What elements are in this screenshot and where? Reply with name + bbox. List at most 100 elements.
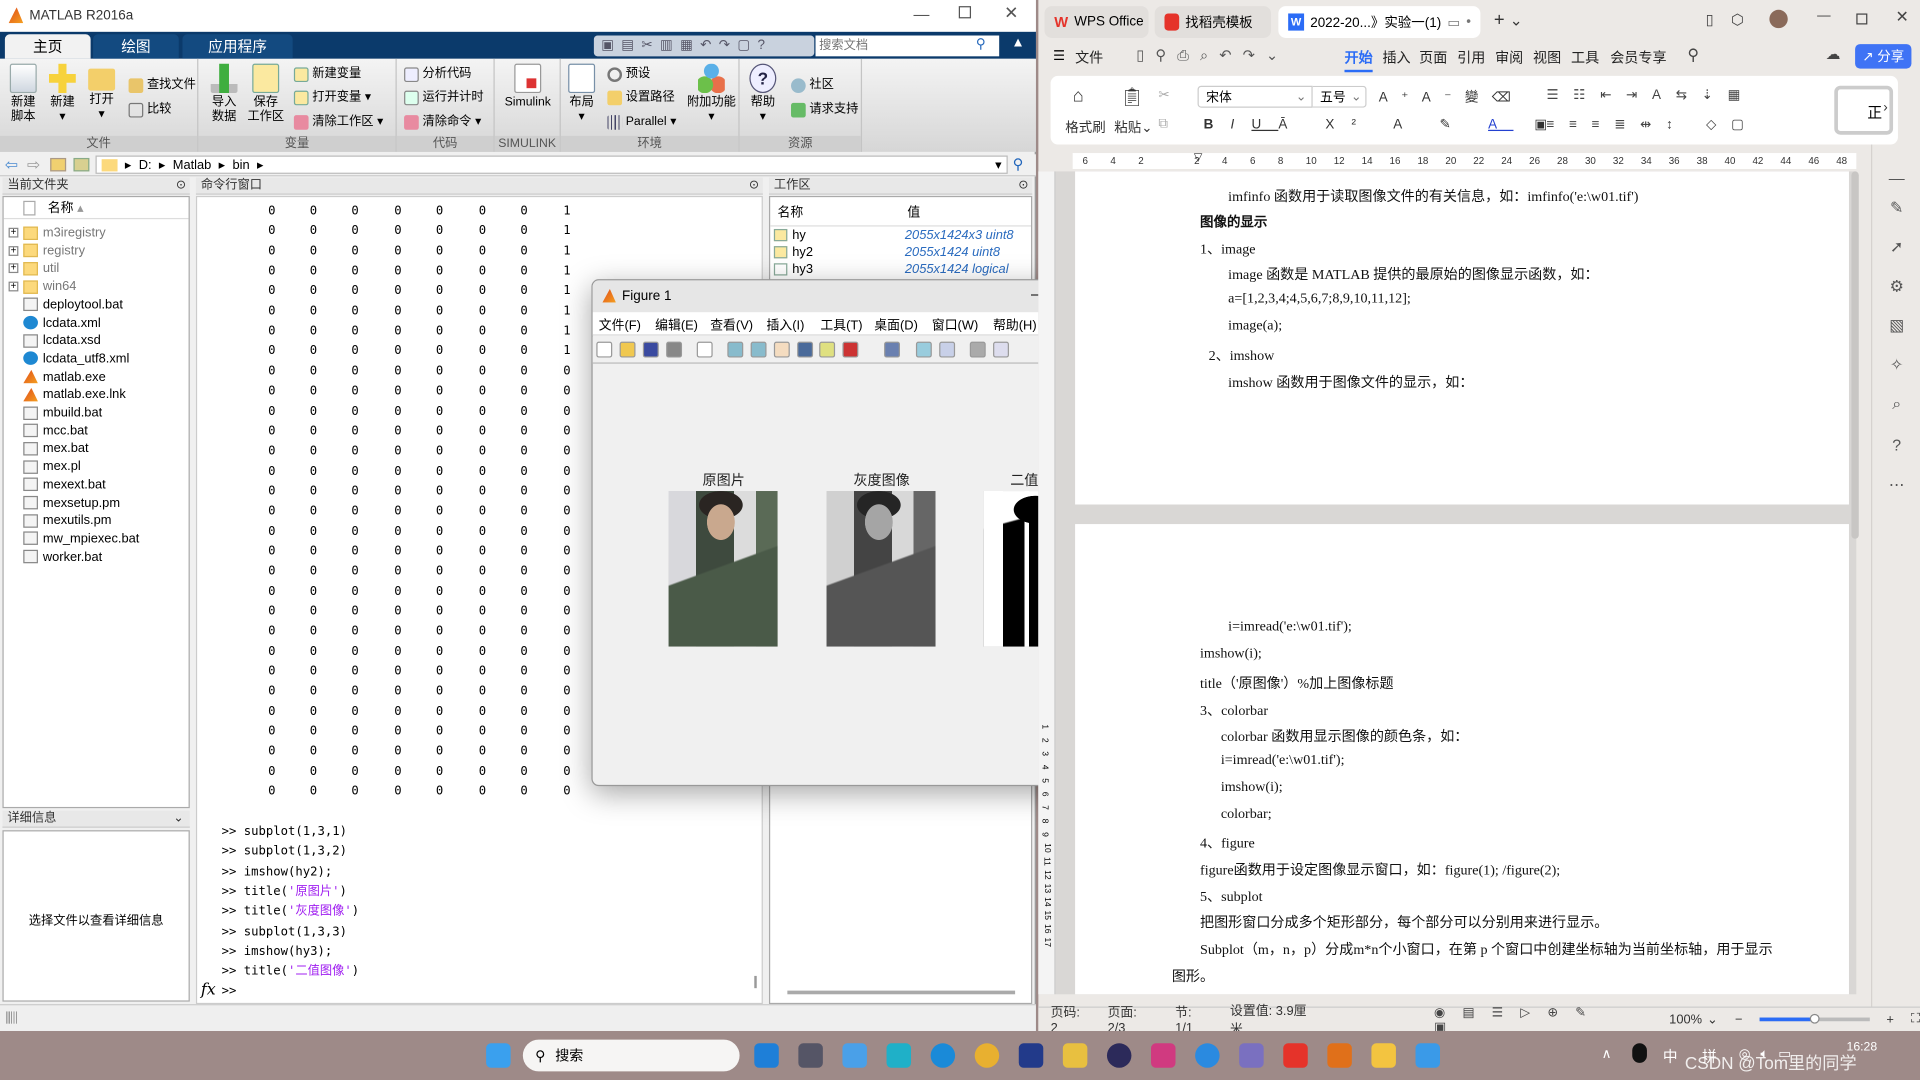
taskbar-file-manager-icon[interactable] — [842, 1043, 867, 1068]
doc-paragraph[interactable]: a=[1,2,3,4;4,5,6,7;8,9,10,11,12]; — [1228, 291, 1411, 306]
brush-icon[interactable] — [842, 341, 859, 358]
clear-commands-button[interactable]: 清除命令 ▾ — [404, 113, 481, 133]
magic-wand-icon[interactable]: ✧ — [1887, 355, 1907, 375]
details-header[interactable]: 详细信息 ⌄ — [2, 810, 190, 828]
doc-paragraph[interactable]: imshow(i); — [1221, 780, 1283, 795]
print-icon[interactable] — [666, 341, 683, 358]
indent-marker-icon[interactable]: ▽ — [1194, 151, 1202, 164]
open-file-icon[interactable] — [619, 341, 636, 358]
format-painter-icon[interactable]: ⌂ — [1073, 86, 1084, 107]
taskbar-calculator-icon[interactable] — [798, 1043, 823, 1068]
addons-button[interactable]: 附加功能 ▾ — [686, 63, 737, 125]
taskbar-dolphin-icon[interactable] — [1239, 1043, 1264, 1068]
workspace-variable-row[interactable]: hy2 2055x1424 uint8 — [770, 244, 1031, 261]
hide-plot-tools-icon[interactable] — [969, 341, 986, 358]
view-mode-icons[interactable]: ◉▤☰▷⊕✎ ▣ — [1434, 1005, 1652, 1034]
horizontal-scrollbar[interactable] — [787, 990, 1016, 995]
taskbar-desktop-icon[interactable] — [886, 1043, 912, 1068]
doc-paragraph[interactable]: 2、imshow — [1209, 345, 1275, 365]
new-tab-button[interactable]: + ⌄ — [1494, 10, 1523, 31]
taskbar-chrome-icon[interactable] — [974, 1043, 1000, 1068]
panel-menu-icon[interactable]: ⊙ — [176, 178, 186, 195]
collapse-ribbon-button[interactable]: ▲ — [1011, 36, 1024, 51]
expand-icon[interactable]: + — [8, 245, 19, 256]
panel-menu-icon[interactable]: ⊙ — [749, 178, 759, 195]
zoom-in-button[interactable]: + — [1886, 1012, 1894, 1027]
taskbar-start-icon[interactable] — [486, 1043, 511, 1068]
alignment-tools[interactable]: ≡≡≡≣⇹↕ ◇▢ — [1547, 116, 1759, 133]
help-icon[interactable]: ? — [1887, 436, 1907, 456]
maximize-button[interactable] — [1856, 13, 1868, 25]
taskbar-file-explorer-icon[interactable] — [1371, 1043, 1396, 1068]
browse-folder-icon[interactable] — [73, 157, 90, 172]
zoom-level[interactable]: 100% — [1669, 1012, 1702, 1027]
menu-tab[interactable]: 会员专享 — [1610, 48, 1666, 68]
search-docs-input[interactable] — [815, 35, 1000, 57]
tab-docer-templates[interactable]: 找稻壳模板 — [1154, 6, 1272, 38]
legend-icon[interactable] — [939, 341, 956, 358]
close-button[interactable]: ✕ — [1004, 2, 1018, 23]
collapse-icon[interactable]: — — [1887, 169, 1907, 189]
doc-paragraph[interactable]: figure函数用于设定图像显示窗口，如：figure(1); /figure(… — [1200, 860, 1560, 880]
file-list-item[interactable]: mex.bat — [9, 440, 89, 457]
figure-menu-item[interactable]: 帮助(H) — [993, 316, 1037, 334]
more-icon[interactable]: ⋯ — [1887, 475, 1907, 495]
doc-paragraph[interactable]: colorbar; — [1221, 807, 1272, 822]
menu-tab[interactable]: 审阅 — [1495, 48, 1523, 68]
minimize-button[interactable]: — — [913, 5, 929, 23]
layout-button[interactable]: 布局 ▾ — [566, 63, 598, 125]
save-workspace-button[interactable]: 保存 工作区 — [247, 63, 284, 125]
maximize-button[interactable] — [958, 6, 972, 19]
new-variable-button[interactable]: 新建变量 — [293, 65, 361, 85]
search-icon[interactable]: ⚲ — [1687, 45, 1699, 65]
vertical-scrollbar[interactable] — [1851, 171, 1859, 539]
doc-heading[interactable]: 图像的显示 — [1200, 212, 1267, 232]
rotate-3d-icon[interactable] — [797, 341, 814, 358]
expand-icon[interactable]: + — [8, 281, 19, 292]
cloud-icon[interactable]: ☁ — [1826, 45, 1841, 62]
file-list-item[interactable]: lcdata.xsd — [9, 332, 101, 349]
avatar[interactable] — [1769, 9, 1788, 29]
parallel-button[interactable]: Parallel ▾ — [607, 113, 676, 133]
sliders-icon[interactable]: ⚙ — [1887, 277, 1907, 297]
tab-document[interactable]: W 2022-20...》实验一(1) ▭ • — [1278, 6, 1481, 38]
menu-tab[interactable]: 引用 — [1457, 48, 1485, 68]
image-tool-icon[interactable]: ▧ — [1887, 316, 1907, 336]
taskbar-eclipse-icon[interactable] — [1106, 1043, 1132, 1068]
compare-button[interactable]: 比较 — [128, 100, 171, 120]
taskbar-dev-cpp-icon[interactable] — [1018, 1043, 1044, 1068]
file-list-item[interactable]: lcdata_utf8.xml — [9, 350, 129, 367]
paste-button[interactable]: 粘贴⌄ — [1114, 118, 1152, 138]
font-name-select[interactable]: 宋体 ⌄ — [1197, 85, 1313, 108]
cursor-icon[interactable]: ➚ — [1887, 238, 1907, 258]
column-header-value[interactable]: 值 — [907, 203, 920, 221]
copy-icon[interactable]: ⧉ — [1158, 116, 1168, 132]
book-search-icon[interactable]: ⌕ — [1887, 394, 1907, 414]
taskbar-wps-icon[interactable] — [1283, 1043, 1308, 1068]
tray-overflow-icon[interactable]: ∧ — [1602, 1046, 1612, 1062]
taskbar-intellij-icon[interactable] — [1151, 1043, 1176, 1068]
import-data-button[interactable]: 导入 数据 — [208, 63, 240, 125]
taskbar-photos-icon[interactable] — [1415, 1043, 1441, 1068]
figure-menu-item[interactable]: 插入(I) — [767, 316, 805, 334]
tab-wps-office[interactable]: W WPS Office — [1044, 6, 1149, 38]
tab-home[interactable]: 主页 — [4, 34, 91, 59]
font-tools[interactable]: A⁺A⁻變⌫ — [1379, 87, 1525, 107]
file-list-item[interactable]: + win64 — [8, 278, 76, 295]
figure-menu-item[interactable]: 文件(F) — [599, 316, 641, 334]
column-header-name[interactable]: 名称 ▴ — [3, 197, 189, 220]
open-variable-button[interactable]: 打开变量 ▾ — [293, 88, 371, 108]
file-list-item[interactable]: + util — [8, 260, 59, 277]
path-segment[interactable]: D: — [139, 157, 152, 172]
menu-tab[interactable]: 页面 — [1419, 48, 1447, 68]
chevron-right-icon[interactable]: › — [1883, 100, 1887, 115]
back-icon[interactable]: ⇦ — [5, 156, 18, 176]
file-list-item[interactable]: lcdata.xml — [9, 314, 101, 331]
analyze-code-button[interactable]: 分析代码 — [404, 65, 471, 85]
menu-file[interactable]: 文件 — [1075, 48, 1103, 68]
doc-paragraph[interactable]: title（'原图像'）%加上图像标题 — [1200, 673, 1394, 693]
share-button[interactable]: ↗ 分享 — [1855, 44, 1912, 69]
taskbar-edge-icon[interactable] — [930, 1043, 956, 1068]
format-painter-button[interactable]: 格式刷 — [1065, 118, 1105, 138]
link-plot-icon[interactable] — [884, 341, 901, 358]
